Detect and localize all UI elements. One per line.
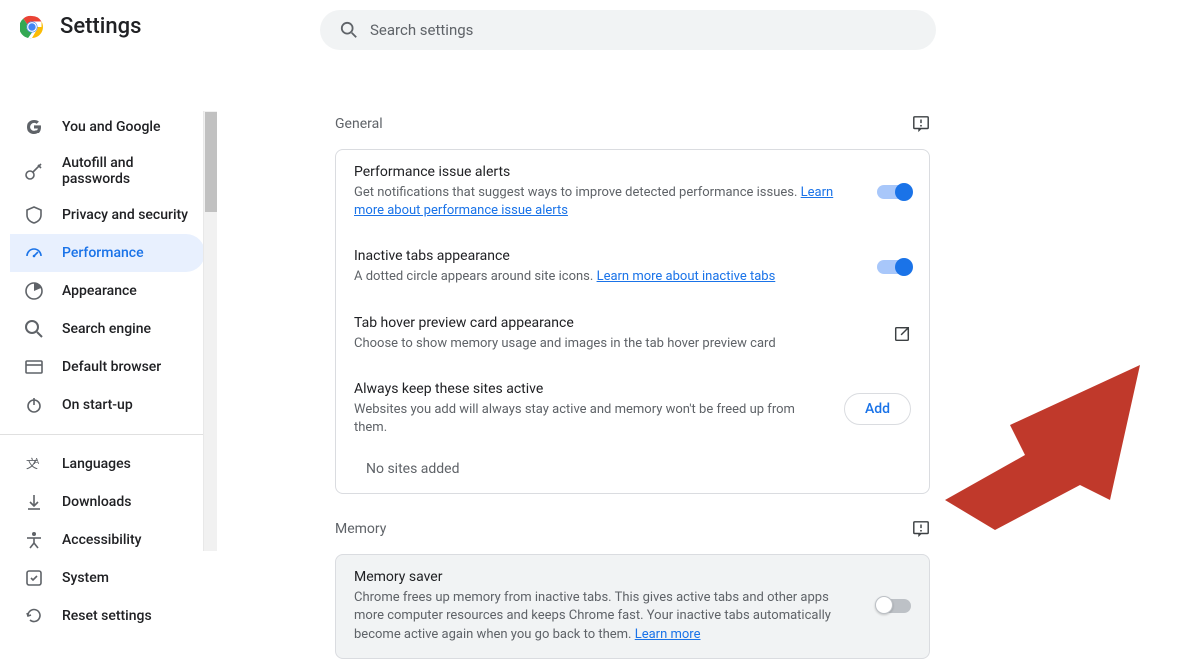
settings-sidebar: You and Google Autofill and passwords Pr… (0, 53, 205, 607)
sidebar-item-label: Downloads (62, 494, 131, 510)
section-title-memory: Memory (335, 521, 386, 537)
setting-desc: Websites you add will always stay active… (354, 401, 828, 437)
sidebar-item-default-browser[interactable]: Default browser (10, 348, 205, 386)
translate-icon (24, 454, 44, 474)
sidebar-item-downloads[interactable]: Downloads (10, 483, 205, 521)
feedback-icon[interactable] (912, 115, 930, 133)
learn-more-link[interactable]: Learn more about inactive tabs (597, 269, 776, 284)
sidebar-item-privacy-and-security[interactable]: Privacy and security (10, 196, 205, 234)
setting-performance-alerts[interactable]: Performance issue alerts Get notificatio… (336, 150, 929, 234)
setting-title: Inactive tabs appearance (354, 248, 861, 264)
setting-title: Memory saver (354, 569, 861, 585)
speedometer-icon (24, 243, 44, 263)
sidebar-item-label: Languages (62, 456, 131, 472)
memory-settings-card: Memory saver Chrome frees up memory from… (335, 554, 930, 659)
download-icon (24, 492, 44, 512)
sidebar-item-label: System (62, 570, 109, 586)
setting-inactive-tabs[interactable]: Inactive tabs appearance A dotted circle… (336, 234, 929, 300)
setting-always-active-sites: Always keep these sites active Websites … (336, 367, 929, 451)
toggle-inactive-tabs[interactable] (877, 260, 911, 274)
sidebar-item-label: Appearance (62, 283, 137, 299)
accessibility-icon (24, 530, 44, 550)
empty-sites-text: No sites added (336, 451, 929, 493)
sidebar-item-label: You and Google (62, 119, 160, 135)
setting-title: Always keep these sites active (354, 381, 828, 397)
sidebar-item-languages[interactable]: Languages (10, 445, 205, 483)
toggle-performance-alerts[interactable] (877, 185, 911, 199)
sidebar-item-label: Privacy and security (62, 207, 188, 223)
system-icon (24, 568, 44, 588)
sidebar-item-label: Default browser (62, 359, 161, 375)
sidebar-item-system[interactable]: System (10, 559, 205, 597)
chrome-logo-icon (20, 15, 44, 39)
setting-memory-saver[interactable]: Memory saver Chrome frees up memory from… (336, 555, 929, 658)
sidebar-item-label: Autofill and passwords (62, 155, 191, 187)
toggle-memory-saver[interactable] (877, 599, 911, 613)
external-link-icon[interactable] (893, 325, 911, 343)
setting-desc: Get notifications that suggest ways to i… (354, 184, 861, 220)
search-input[interactable] (370, 21, 916, 39)
paint-icon (24, 281, 44, 301)
search-settings-bar[interactable] (320, 10, 936, 50)
sidebar-item-label: Accessibility (62, 532, 141, 548)
feedback-icon[interactable] (912, 520, 930, 538)
annotation-arrow-icon (935, 350, 1155, 540)
sidebar-item-performance[interactable]: Performance (10, 234, 205, 272)
sidebar-item-label: Reset settings (62, 608, 152, 624)
browser-icon (24, 357, 44, 377)
key-icon (24, 161, 44, 181)
sidebar-item-on-start-up[interactable]: On start-up (10, 386, 205, 424)
general-settings-card: Performance issue alerts Get notificatio… (335, 149, 930, 494)
reset-icon (24, 606, 44, 626)
nav-separator (0, 434, 205, 435)
add-site-button[interactable]: Add (844, 393, 911, 425)
setting-desc: A dotted circle appears around site icon… (354, 268, 861, 286)
page-title: Settings (60, 14, 141, 39)
g-icon (24, 117, 44, 137)
section-title-general: General (335, 116, 383, 132)
sidebar-item-you-and-google[interactable]: You and Google (10, 108, 205, 146)
sidebar-item-reset-settings[interactable]: Reset settings (10, 597, 205, 635)
setting-title: Tab hover preview card appearance (354, 315, 877, 331)
learn-more-link[interactable]: Learn more (635, 627, 701, 642)
setting-title: Performance issue alerts (354, 164, 861, 180)
setting-desc: Choose to show memory usage and images i… (354, 335, 877, 353)
sidebar-item-label: Performance (62, 245, 144, 261)
shield-icon (24, 205, 44, 225)
sidebar-item-label: On start-up (62, 397, 133, 413)
sidebar-item-autofill-and-passwords[interactable]: Autofill and passwords (10, 146, 205, 196)
sidebar-item-accessibility[interactable]: Accessibility (10, 521, 205, 559)
setting-tab-hover[interactable]: Tab hover preview card appearance Choose… (336, 301, 929, 367)
search-icon (24, 319, 44, 339)
sidebar-item-search-engine[interactable]: Search engine (10, 310, 205, 348)
sidebar-item-appearance[interactable]: Appearance (10, 272, 205, 310)
setting-desc: Chrome frees up memory from inactive tab… (354, 589, 861, 644)
power-icon (24, 395, 44, 415)
search-icon (340, 21, 358, 39)
sidebar-item-label: Search engine (62, 321, 151, 337)
